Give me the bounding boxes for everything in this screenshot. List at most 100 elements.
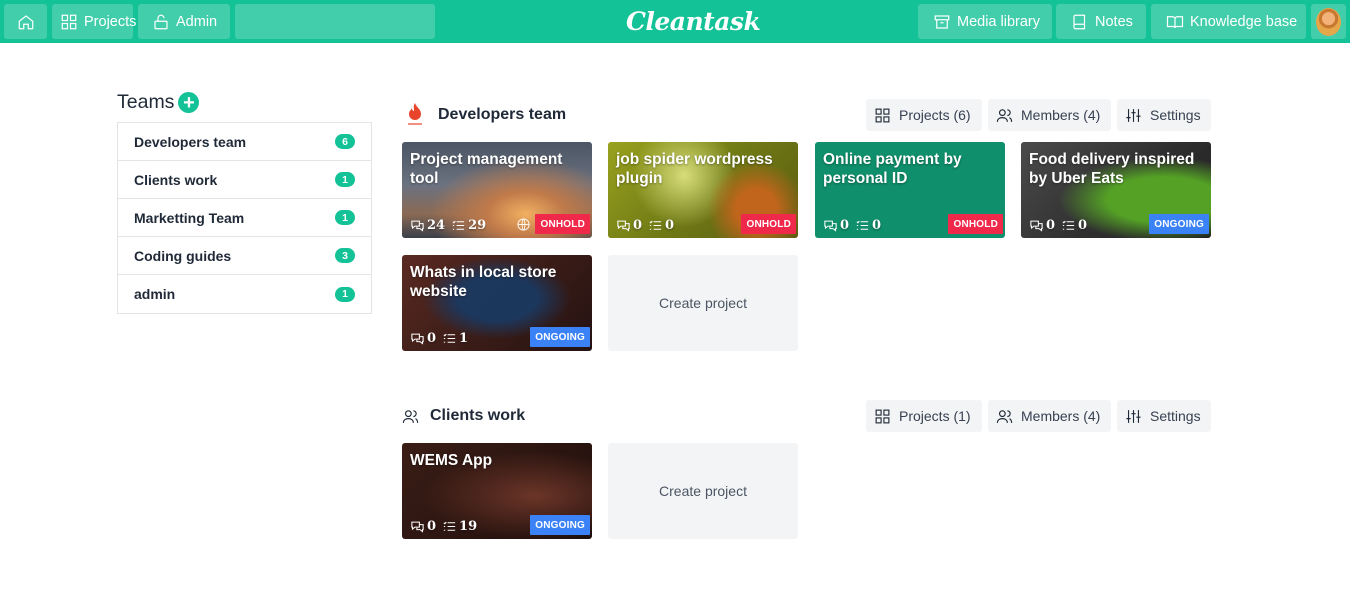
grid-icon (61, 14, 77, 29)
comment-count: 0 (427, 519, 437, 534)
team-list-item[interactable]: Developers team 6 (118, 123, 371, 161)
settings-label: Settings (1150, 408, 1201, 424)
notes-button[interactable]: Notes (1056, 4, 1146, 39)
team-name: Clients work (134, 171, 218, 188)
comment-count: 24 (427, 218, 446, 233)
settings-button[interactable]: Settings (1117, 400, 1211, 432)
project-card[interactable]: WEMS App 0 19 ONGOING (402, 443, 592, 539)
task-count: 1 (459, 331, 469, 346)
task-count: 0 (1078, 218, 1088, 233)
team-list: Developers team 6 Clients work 1 Markett… (117, 122, 372, 314)
team-count-badge: 6 (335, 134, 355, 149)
archive-icon (934, 14, 950, 29)
project-title: WEMS App (410, 452, 493, 469)
section-actions: Projects (6) Members (4) Settings (866, 99, 1211, 131)
section-title: Developers team (438, 106, 567, 123)
team-count-badge: 1 (335, 210, 355, 225)
team-name: Marketting Team (134, 209, 245, 226)
status-badge: ONGOING (530, 327, 590, 347)
users-icon (996, 409, 1013, 423)
team-logo-icon (402, 102, 428, 128)
section-header-clients: Clients work Projects (1) Members (4) Se… (402, 400, 1211, 432)
team-list-item[interactable]: Marketting Team 1 (118, 199, 371, 237)
comments-icon (824, 220, 837, 232)
status-badge: ONHOLD (741, 214, 796, 234)
users-icon (996, 108, 1013, 122)
projects-count-label: Projects (1) (899, 408, 971, 424)
task-count: 19 (459, 519, 478, 534)
section-title: Clients work (430, 407, 526, 424)
section-actions: Projects (1) Members (4) Settings (866, 400, 1211, 432)
members-label: Members (4) (1021, 107, 1101, 123)
team-count-badge: 1 (335, 172, 355, 187)
team-count-badge: 1 (335, 286, 355, 302)
comments-icon (411, 333, 424, 345)
project-card[interactable]: job spider wordpress plugin 0 0 ONHOLD (608, 142, 798, 238)
app-logo: Cleantask (626, 7, 761, 36)
team-name: admin (134, 286, 176, 302)
home-button[interactable] (4, 4, 47, 39)
projects-count-button[interactable]: Projects (6) (866, 99, 982, 131)
globe-icon (517, 218, 530, 231)
status-badge: ONHOLD (535, 214, 590, 234)
knowledge-base-label: Knowledge base (1190, 13, 1298, 30)
admin-nav-button[interactable]: Admin (138, 4, 230, 39)
project-title: Online payment by personal ID (823, 151, 962, 187)
team-list-item[interactable]: Coding guides 3 (118, 237, 371, 275)
task-count: 29 (468, 218, 487, 233)
notes-label: Notes (1095, 13, 1133, 30)
projects-nav-button[interactable]: Projects (52, 4, 137, 39)
users-icon (402, 409, 419, 423)
user-avatar[interactable] (1311, 4, 1346, 39)
comment-count: 0 (427, 331, 437, 346)
members-button[interactable]: Members (4) (988, 400, 1111, 432)
admin-nav-label: Admin (176, 13, 218, 30)
comments-icon (411, 521, 424, 533)
projects-count-label: Projects (6) (899, 107, 971, 123)
project-card[interactable]: Food delivery inspired by Uber Eats 0 0 … (1021, 142, 1211, 238)
lock-icon (154, 14, 168, 29)
project-card[interactable]: Project management tool 24 29 ONHOLD (402, 142, 592, 238)
team-list-item[interactable]: Clients work 1 (118, 161, 371, 199)
grid-icon (875, 409, 890, 423)
project-stats: 0 0 (1029, 218, 1087, 233)
project-stats: 0 19 (410, 519, 477, 534)
section-header-developers: Developers team Projects (6) Members (4)… (402, 99, 1211, 131)
tasks-icon (443, 521, 456, 531)
projects-nav-label: Projects (84, 13, 137, 30)
knowledge-base-button[interactable]: Knowledge base (1151, 4, 1306, 39)
teams-heading: Teams + (117, 91, 200, 114)
search-field[interactable] (235, 4, 435, 39)
project-stats: 0 0 (616, 218, 674, 233)
add-team-icon[interactable]: + (178, 92, 200, 113)
home-icon (18, 14, 33, 29)
members-button[interactable]: Members (4) (988, 99, 1111, 131)
tasks-icon (452, 220, 465, 230)
project-stats: 24 29 (410, 218, 486, 233)
team-list-item[interactable]: admin 1 (118, 275, 371, 313)
tasks-icon (856, 220, 869, 230)
comments-icon (411, 220, 424, 232)
tasks-icon (443, 333, 456, 343)
status-badge: ONGOING (530, 515, 590, 535)
media-library-button[interactable]: Media library (918, 4, 1052, 39)
projects-count-button[interactable]: Projects (1) (866, 400, 982, 432)
comment-count: 0 (840, 218, 850, 233)
team-name: Developers team (134, 133, 247, 150)
create-project-button[interactable]: Create project (608, 443, 798, 539)
settings-label: Settings (1150, 107, 1201, 123)
top-navbar: Projects Admin Cleantask Media library N… (0, 0, 1350, 43)
open-book-icon (1166, 15, 1184, 28)
tasks-icon (649, 220, 662, 230)
team-name: Coding guides (134, 247, 232, 264)
comments-icon (617, 220, 630, 232)
task-count: 0 (872, 218, 882, 233)
teams-title: Teams (117, 91, 175, 113)
task-count: 0 (665, 218, 675, 233)
comment-count: 0 (633, 218, 643, 233)
sliders-icon (1126, 409, 1141, 423)
project-card[interactable]: Online payment by personal ID 0 0 ONHOLD (815, 142, 1005, 238)
project-card[interactable]: Whats in local store website 0 1 ONGOING (402, 255, 592, 351)
settings-button[interactable]: Settings (1117, 99, 1211, 131)
create-project-button[interactable]: Create project (608, 255, 798, 351)
